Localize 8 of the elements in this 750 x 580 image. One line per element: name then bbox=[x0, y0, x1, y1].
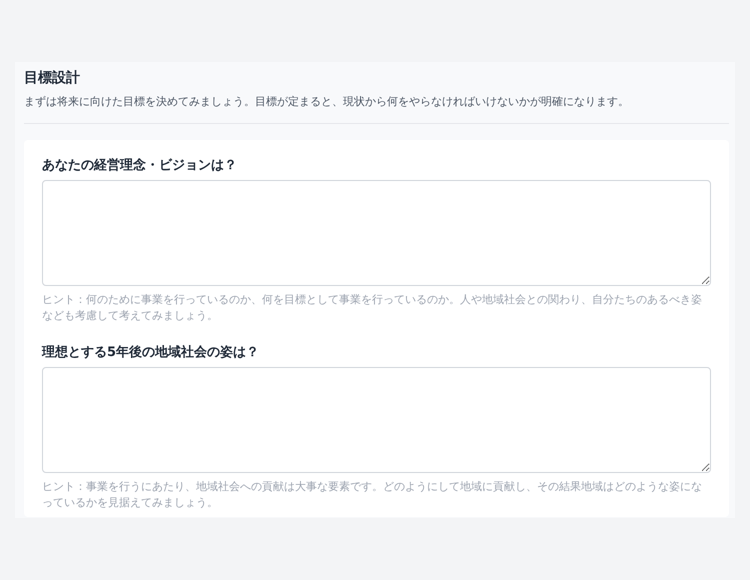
section-title: 目標設計 bbox=[24, 69, 81, 88]
hint-text: ヒント：事業を行うにあたり、地域社会への貢献は大事な要素です。どのようにして地域に貢献し、その結果地域はどのような姿になっているかを見据えてみましょう。 bbox=[42, 479, 703, 511]
question-label: あなたの経営理念・ビジョンは？ bbox=[42, 157, 238, 175]
answer-field[interactable] bbox=[42, 180, 711, 286]
answer-field[interactable] bbox=[42, 367, 711, 473]
section-description: まずは将来に向けた目標を決めてみましょう。目標が定まると、現状から何をやらなければいけないかが明確になります。 bbox=[24, 94, 630, 110]
hint-text: ヒント：何のために事業を行っているのか、何を目標として事業を行っているのか。人や地域社会との関わり、自分たちのあるべき姿なども考慮して考えてみましょう。 bbox=[42, 292, 703, 324]
question-label: 理想とする5年後の地域社会の姿は？ bbox=[42, 344, 260, 362]
